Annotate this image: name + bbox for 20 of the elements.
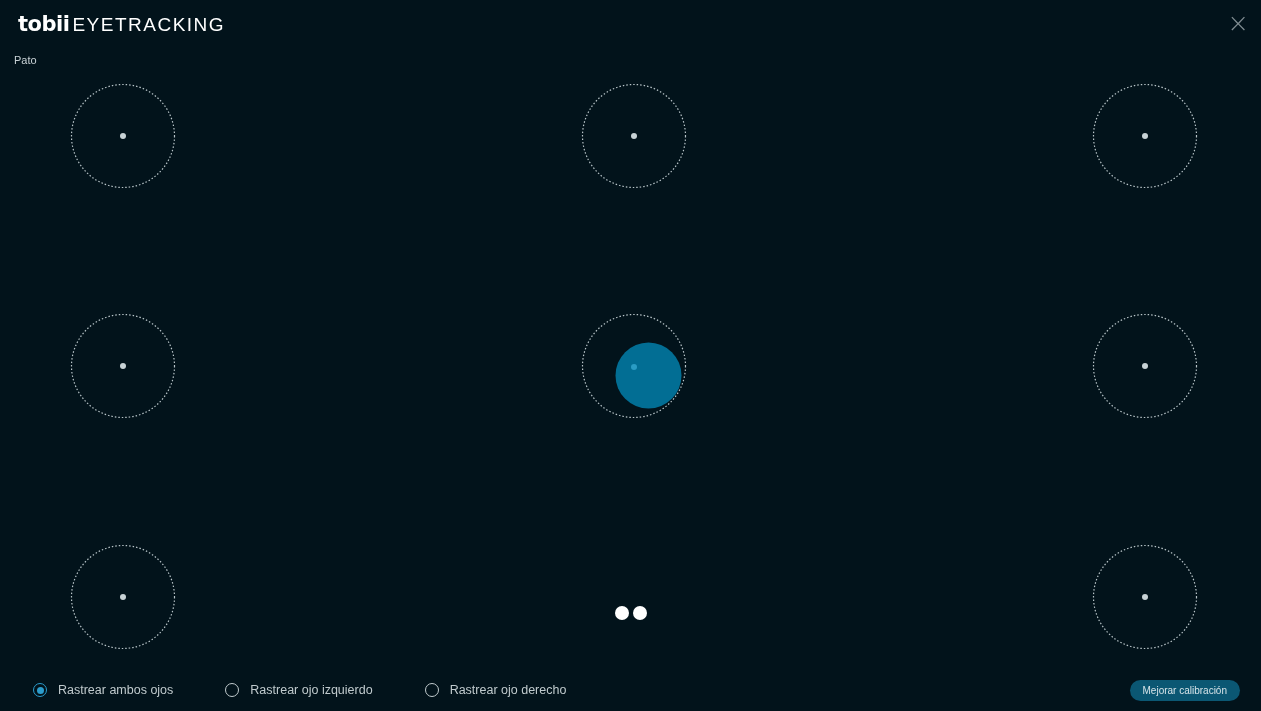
option-label: Rastrear ojo derecho (449, 683, 567, 697)
calibration-target-icon (1092, 83, 1198, 189)
tracking-radio-option[interactable]: Rastrear ojo derecho (424, 683, 567, 697)
close-button[interactable]: × (1223, 12, 1253, 34)
profile-name: Pato (13, 53, 38, 66)
calibration-target-icon (70, 313, 176, 419)
calibration-target-icon (1092, 544, 1198, 650)
eye-position-icon (614, 605, 648, 621)
calibration-target-icon (70, 544, 176, 650)
gaze-point-icon (615, 342, 682, 409)
logo-product-name: EYETRACKING (72, 13, 226, 37)
logo-wordmark: tobii (18, 12, 70, 36)
improve-calibration-button[interactable]: Mejorar calibración (1129, 679, 1240, 701)
calibration-target-icon (581, 83, 687, 189)
option-label: Rastrear ojo izquierdo (250, 683, 373, 697)
calibration-target-icon (70, 83, 176, 189)
option-label: Rastrear ambos ojos (58, 683, 174, 697)
tracking-radio-option[interactable]: Rastrear ojo izquierdo (225, 683, 373, 697)
calibration-target-icon (1092, 313, 1198, 419)
tracking-radio-option[interactable]: Rastrear ambos ojos (33, 683, 174, 697)
